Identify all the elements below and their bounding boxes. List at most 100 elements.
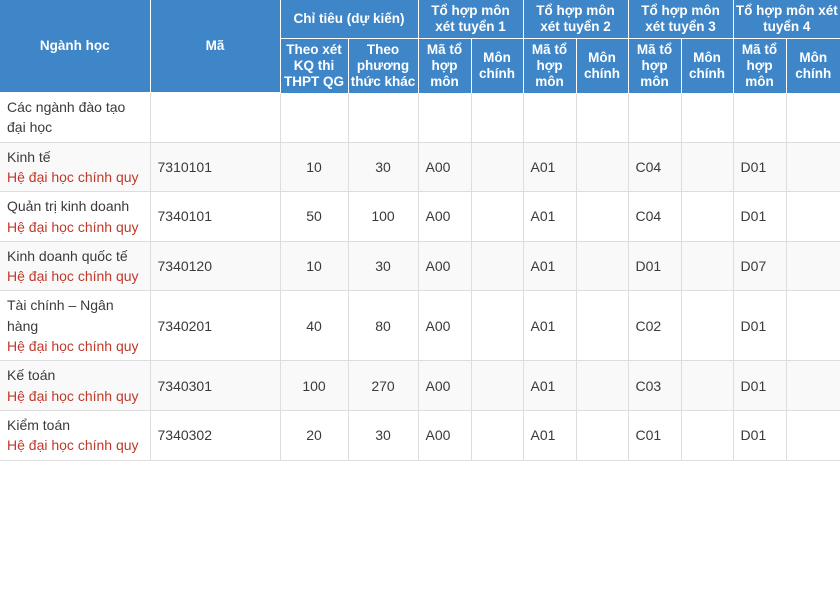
cell-combo-4-code: D07: [733, 241, 787, 292]
major-name: Kế toán: [7, 367, 56, 384]
cell-combo-1-code: A00: [418, 360, 472, 411]
cell-combo-3-code: C03: [628, 360, 682, 411]
table-header: Ngành học Mã Chỉ tiêu (dự kiến) Tổ hợp m…: [0, 0, 840, 94]
cell-combo-2-code: A01: [523, 290, 577, 362]
cell-combo-3-code: C02: [628, 290, 682, 362]
header-group-combo-1: Tổ hợp môn xét tuyển 1: [418, 0, 524, 39]
cell-quota-thpt: 40: [280, 290, 349, 362]
cell-combo-4-code: D01: [733, 410, 787, 461]
cell-combo-3-main: [681, 92, 734, 143]
header-group-combo-3: Tổ hợp môn xét tuyển 3: [628, 0, 734, 39]
cell-combo-4-code: D01: [733, 142, 787, 193]
major-name: Kiểm toán: [7, 416, 71, 433]
cell-quota-other: 30: [348, 410, 419, 461]
cell-combo-4-main: [786, 290, 840, 362]
table-row: Kinh tế Hệ đại học chính quy 7310101 10 30 A0…: [0, 142, 840, 193]
header-quota-other: Theo phương thức khác: [348, 38, 419, 93]
cell-code: 7340201: [150, 290, 281, 362]
table-body: Các ngành đào tạo đại học Kinh tế Hệ đại h…: [0, 92, 840, 461]
cell-major: Các ngành đào tạo đại học: [0, 92, 151, 143]
cell-combo-3-main: [681, 410, 734, 461]
major-name: Các ngành đào tạo đại học: [7, 99, 126, 136]
cell-combo-3-code: C04: [628, 191, 682, 242]
cell-code: [150, 92, 281, 143]
cell-quota-other: 80: [348, 290, 419, 362]
table-row: Quản trị kinh doanh Hệ đại học chính quy 7…: [0, 191, 840, 242]
cell-combo-2-code: A01: [523, 410, 577, 461]
major-name: Kinh tế: [7, 148, 51, 165]
cell-major: Kinh tế Hệ đại học chính quy: [0, 142, 151, 193]
cell-combo-4-main: [786, 410, 840, 461]
cell-quota-other: 100: [348, 191, 419, 242]
cell-quota-thpt: 100: [280, 360, 349, 411]
cell-combo-4-code: [733, 92, 787, 143]
header-group-combo-4: Tổ hợp môn xét tuyển 4: [733, 0, 840, 39]
cell-quota-other: 30: [348, 241, 419, 292]
major-name: Quản trị kinh doanh: [7, 198, 130, 215]
cell-combo-3-main: [681, 142, 734, 193]
header-combo-1-main: Môn chính: [471, 38, 524, 93]
cell-combo-2-code: A01: [523, 142, 577, 193]
cell-quota-other: [348, 92, 419, 143]
cell-combo-4-code: D01: [733, 290, 787, 362]
cell-combo-3-code: C01: [628, 410, 682, 461]
cell-combo-3-code: D01: [628, 241, 682, 292]
cell-combo-2-main: [576, 360, 629, 411]
cell-combo-1-main: [471, 360, 524, 411]
header-group-quota: Chỉ tiêu (dự kiến): [280, 0, 419, 39]
cell-quota-other: 30: [348, 142, 419, 193]
cell-combo-1-code: A00: [418, 241, 472, 292]
header-combo-2-code: Mã tổ hợp môn: [523, 38, 577, 93]
cell-combo-2-code: A01: [523, 360, 577, 411]
cell-combo-1-main: [471, 290, 524, 362]
header-combo-4-main: Môn chính: [786, 38, 840, 93]
cell-combo-3-main: [681, 360, 734, 411]
table-row: Kiểm toán Hệ đại học chính quy 7340302 20 30…: [0, 410, 840, 461]
cell-major: Kinh doanh quốc tế Hệ đại học chính quy: [0, 241, 151, 292]
cell-combo-1-code: [418, 92, 472, 143]
cell-combo-3-main: [681, 241, 734, 292]
cell-code: 7310101: [150, 142, 281, 193]
cell-quota-thpt: 20: [280, 410, 349, 461]
major-program-type: Hệ đại học chính quy: [7, 338, 139, 355]
header-combo-3-code: Mã tổ hợp môn: [628, 38, 682, 93]
major-name: Tài chính – Ngân hàng: [7, 297, 114, 334]
cell-combo-3-main: [681, 290, 734, 362]
cell-combo-2-code: A01: [523, 241, 577, 292]
cell-combo-1-main: [471, 410, 524, 461]
cell-combo-3-code: C04: [628, 142, 682, 193]
cell-combo-4-main: [786, 191, 840, 242]
cell-combo-1-main: [471, 142, 524, 193]
cell-combo-1-main: [471, 92, 524, 143]
header-combo-2-main: Môn chính: [576, 38, 629, 93]
header-combo-3-main: Môn chính: [681, 38, 734, 93]
cell-combo-2-main: [576, 241, 629, 292]
cell-combo-1-code: A00: [418, 191, 472, 242]
cell-combo-3-code: [628, 92, 682, 143]
header-major: Ngành học: [0, 0, 151, 94]
admissions-quota-table: Ngành học Mã Chỉ tiêu (dự kiến) Tổ hợp m…: [0, 0, 840, 461]
cell-code: 7340101: [150, 191, 281, 242]
cell-major: Kế toán Hệ đại học chính quy: [0, 360, 151, 411]
cell-combo-2-main: [576, 142, 629, 193]
table-row: Các ngành đào tạo đại học: [0, 92, 840, 143]
cell-combo-1-main: [471, 191, 524, 242]
header-row-top: Ngành học Mã Chỉ tiêu (dự kiến) Tổ hợp m…: [0, 0, 840, 94]
cell-combo-2-code: [523, 92, 577, 143]
cell-combo-4-main: [786, 92, 840, 143]
cell-code: 7340302: [150, 410, 281, 461]
cell-combo-4-code: D01: [733, 360, 787, 411]
header-code: Mã: [150, 0, 281, 94]
table-row: Kinh doanh quốc tế Hệ đại học chính quy 73…: [0, 241, 840, 292]
cell-combo-2-code: A01: [523, 191, 577, 242]
cell-quota-thpt: 50: [280, 191, 349, 242]
cell-code: 7340301: [150, 360, 281, 411]
major-program-type: Hệ đại học chính quy: [7, 268, 139, 285]
header-group-combo-2: Tổ hợp môn xét tuyển 2: [523, 0, 629, 39]
header-combo-1-code: Mã tổ hợp môn: [418, 38, 472, 93]
table-row: Tài chính – Ngân hàng Hệ đại học chính qu…: [0, 290, 840, 362]
major-program-type: Hệ đại học chính quy: [7, 218, 139, 235]
cell-combo-1-main: [471, 241, 524, 292]
table-row: Kế toán Hệ đại học chính quy 7340301 100 270…: [0, 360, 840, 411]
cell-combo-2-main: [576, 92, 629, 143]
